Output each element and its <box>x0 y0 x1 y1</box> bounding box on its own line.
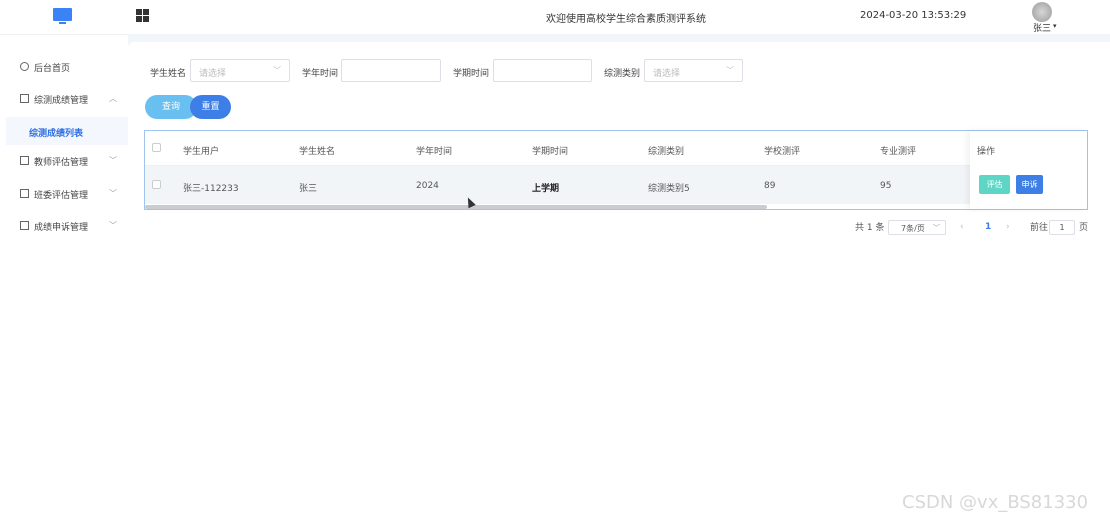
select-all-checkbox[interactable] <box>152 143 161 152</box>
sidebar-subitem-score-list[interactable]: 综测成绩列表 <box>6 117 128 145</box>
current-datetime: 2024-03-20 13:53:29 <box>860 10 967 21</box>
column-header: 学期时间 <box>532 147 569 157</box>
column-header: 学年时间 <box>416 147 453 157</box>
select-placeholder: 请选择 <box>653 69 681 79</box>
cell-year: 2024 <box>416 181 439 191</box>
sidebar-item-label: 后台首页 <box>34 64 71 74</box>
sidebar-item-appeal[interactable]: 成绩申诉管理 ﹀ <box>0 212 128 240</box>
year-label: 学年时间 <box>302 69 339 79</box>
chevron-down-icon: ﹀ <box>933 224 940 232</box>
list-icon <box>20 94 29 103</box>
user-avatar[interactable] <box>1032 2 1052 22</box>
page-size-value: 7条/页 <box>901 224 925 233</box>
sidebar: 后台首页 综测成绩管理 ︿ 综测成绩列表 教师评估管理 ﹀ 班委评估管理 ﹀ 成… <box>0 34 128 523</box>
column-header: 专业测评 <box>880 147 917 157</box>
cell-category: 综测类别5 <box>648 184 690 194</box>
monitor-logo-icon <box>53 8 72 25</box>
chevron-down-icon: ﹀ <box>273 66 281 75</box>
horizontal-scrollbar[interactable] <box>145 205 767 209</box>
table-header: 学生用户 学生姓名 学年时间 学期时间 综测类别 学校测评 专业测评 <box>145 131 1087 166</box>
review-button[interactable]: 评估 <box>979 175 1010 194</box>
sidebar-item-score-management[interactable]: 综测成绩管理 ︿ <box>0 85 128 113</box>
cell-student-name: 张三 <box>299 184 318 194</box>
cell-school-score: 89 <box>764 181 776 191</box>
operations-header: 操作 <box>977 147 996 157</box>
list-icon <box>20 189 29 198</box>
prev-page-icon[interactable]: ‹ <box>960 222 964 232</box>
sidebar-item-teacher-eval[interactable]: 教师评估管理 ﹀ <box>0 147 128 175</box>
student-name-select[interactable]: 请选择 ﹀ <box>190 59 290 82</box>
select-placeholder: 请选择 <box>199 69 227 79</box>
pagination-total: 共 1 条 <box>855 223 885 233</box>
table-row[interactable]: 张三-112233 张三 2024 上学期 综测类别5 89 95 <box>145 166 970 204</box>
main-content: 学生姓名 请选择 ﹀ 学年时间 学期时间 综测类别 请选择 ﹀ 查询 重置 学生… <box>128 42 1110 523</box>
list-icon <box>20 221 29 230</box>
chevron-down-icon: ﹀ <box>109 156 117 165</box>
column-header: 学生姓名 <box>299 147 336 157</box>
chevron-up-icon: ︿ <box>109 94 117 103</box>
goto-suffix: 页 <box>1079 223 1089 233</box>
system-title: 欢迎使用高校学生综合素质测评系统 <box>546 14 706 25</box>
category-label: 综测类别 <box>604 69 641 79</box>
cell-major-score: 95 <box>880 181 892 191</box>
sidebar-item-home[interactable]: 后台首页 <box>0 53 128 81</box>
sidebar-item-committee-eval[interactable]: 班委评估管理 ﹀ <box>0 180 128 208</box>
user-name[interactable]: 张三 <box>1033 21 1051 34</box>
sidebar-item-label: 教师评估管理 <box>34 158 89 168</box>
current-page[interactable]: 1 <box>985 222 991 232</box>
student-name-label: 学生姓名 <box>150 69 187 79</box>
operations-column: 操作 评估 申诉 <box>970 131 1087 209</box>
goto-page-input[interactable]: 1 <box>1049 220 1075 235</box>
cell-term: 上学期 <box>532 184 560 194</box>
column-header: 学生用户 <box>183 147 220 157</box>
clock-icon <box>20 62 29 71</box>
top-header: 欢迎使用高校学生综合素质测评系统 2024-03-20 13:53:29 张三 … <box>0 0 1110 34</box>
sidebar-item-label: 班委评估管理 <box>34 191 89 201</box>
list-icon <box>20 156 29 165</box>
sidebar-item-label: 成绩申诉管理 <box>34 223 89 233</box>
chevron-down-icon: ﹀ <box>109 189 117 198</box>
sidebar-subitem-label: 综测成绩列表 <box>29 129 84 139</box>
grid-menu-icon[interactable] <box>136 9 149 22</box>
caret-down-icon[interactable]: ▾ <box>1053 22 1057 30</box>
cell-student-user: 张三-112233 <box>183 184 239 194</box>
goto-prefix: 前往 <box>1030 223 1049 233</box>
reset-button[interactable]: 重置 <box>190 95 231 119</box>
sidebar-item-label: 综测成绩管理 <box>34 96 89 106</box>
year-input[interactable] <box>341 59 441 82</box>
column-header: 综测类别 <box>648 147 685 157</box>
next-page-icon[interactable]: › <box>1006 222 1010 232</box>
term-label: 学期时间 <box>453 69 490 79</box>
column-header: 学校测评 <box>764 147 801 157</box>
watermark: CSDN @vx_BS81330 <box>902 492 1089 513</box>
category-select[interactable]: 请选择 ﹀ <box>644 59 743 82</box>
appeal-button[interactable]: 申诉 <box>1016 175 1043 194</box>
page-size-select[interactable]: 7条/页 ﹀ <box>888 220 946 235</box>
score-table: 学生用户 学生姓名 学年时间 学期时间 综测类别 学校测评 专业测评 张三-11… <box>144 130 1088 210</box>
chevron-down-icon: ﹀ <box>726 66 734 75</box>
term-input[interactable] <box>493 59 592 82</box>
chevron-down-icon: ﹀ <box>109 221 117 230</box>
row-checkbox[interactable] <box>152 180 161 189</box>
